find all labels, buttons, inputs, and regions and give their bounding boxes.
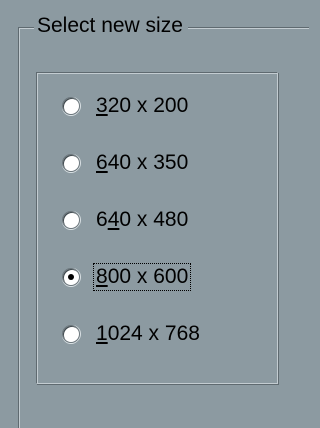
radio-option-1024x768[interactable]: 1024 x 768	[62, 318, 203, 350]
radio-label[interactable]: 640 x 480	[93, 206, 191, 234]
radio-selected-dot-icon	[68, 274, 74, 280]
radio-button-icon[interactable]	[62, 154, 80, 172]
radio-label[interactable]: 800 x 600	[93, 263, 192, 291]
radio-option-640x350[interactable]: 640 x 350	[62, 147, 191, 179]
radio-button-icon[interactable]	[62, 97, 80, 115]
radio-option-640x480[interactable]: 640 x 480	[62, 204, 191, 236]
radio-label[interactable]: 1024 x 768	[93, 320, 203, 348]
size-groupbox-title: Select new size	[34, 11, 188, 41]
radio-option-320x200[interactable]: 320 x 200	[62, 90, 191, 122]
radio-label[interactable]: 640 x 350	[93, 149, 191, 177]
radio-label[interactable]: 320 x 200	[93, 92, 191, 120]
radio-button-icon[interactable]	[62, 325, 80, 343]
radio-button-icon[interactable]	[62, 268, 80, 286]
radio-button-icon[interactable]	[62, 211, 80, 229]
radio-option-800x600[interactable]: 800 x 600	[62, 261, 192, 293]
